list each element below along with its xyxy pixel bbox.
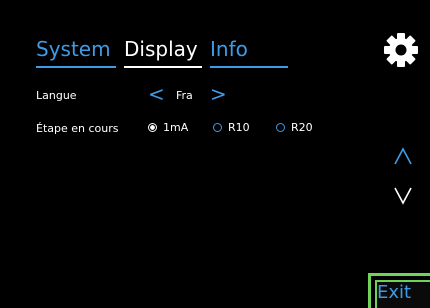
exit-button-label: Exit [377,282,412,303]
step-label: Étape en cours [36,122,119,135]
radio-unselected-icon [213,123,222,132]
radio-unselected-icon [276,123,285,132]
language-value: Fra [176,89,193,102]
step-option-label: 1mA [163,121,189,134]
step-option-label: R10 [228,121,250,134]
tab-info-label: Info [210,37,248,61]
step-option-label: R20 [291,121,313,134]
language-prev-button[interactable]: < [148,82,165,106]
tab-display[interactable]: Display [124,36,202,68]
tab-display-underline [124,66,202,68]
tab-system[interactable]: System [36,36,116,68]
language-label: Langue [36,89,77,102]
tab-info[interactable]: Info [210,36,288,68]
radio-selected-icon [148,123,157,132]
tab-system-underline [36,66,116,68]
language-next-button[interactable]: > [210,82,227,106]
chevron-down-icon[interactable] [392,184,414,206]
tab-system-label: System [36,37,111,61]
exit-button[interactable]: Exit [368,273,430,308]
tab-info-underline [210,66,288,68]
tab-display-label: Display [124,37,198,61]
gear-icon[interactable] [383,32,419,68]
chevron-up-icon[interactable] [392,146,414,168]
